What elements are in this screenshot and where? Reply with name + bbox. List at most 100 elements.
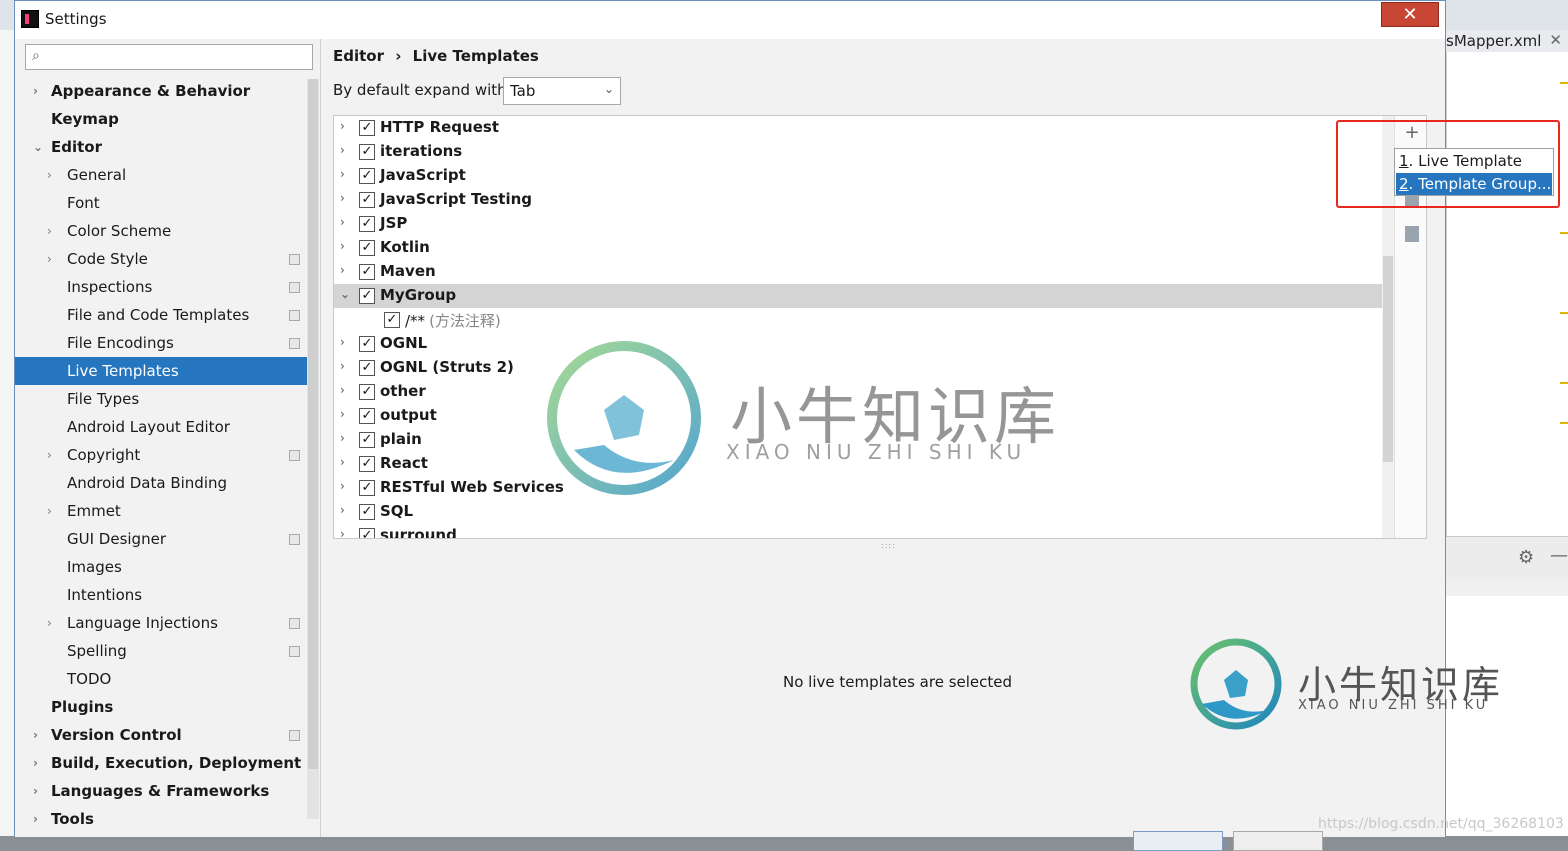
chevron-right-icon[interactable]: › [340,407,345,421]
chevron-right-icon[interactable]: › [340,431,345,445]
close-button[interactable]: ✕ [1381,2,1439,27]
chevron-right-icon[interactable]: › [340,527,345,538]
chevron-right-icon[interactable]: › [340,263,345,277]
sidebar-item-code-style[interactable]: › Code Style [15,245,319,273]
template-group-row[interactable]: › ✓ OGNL [334,332,1382,356]
sidebar-item-languages-frameworks[interactable]: › Languages & Frameworks [15,777,319,805]
chevron-right-icon[interactable]: › [340,359,345,373]
settings-search[interactable]: ⌕ [25,44,313,70]
sidebar-item-general[interactable]: › General [15,161,319,189]
chevron-right-icon[interactable]: › [340,503,345,517]
sidebar-item-copyright[interactable]: › Copyright [15,441,319,469]
sidebar-scroll-thumb[interactable] [308,79,318,769]
chevron-right-icon[interactable]: › [47,441,59,469]
chevron-right-icon[interactable]: › [33,777,45,805]
sidebar-item-keymap[interactable]: Keymap [15,105,319,133]
chevron-right-icon[interactable]: › [47,217,59,245]
enabled-checkbox[interactable]: ✓ [359,360,375,376]
cancel-button[interactable] [1233,831,1323,851]
enabled-checkbox[interactable]: ✓ [359,528,375,538]
sidebar-item-android-layout-editor[interactable]: Android Layout Editor [15,413,319,441]
template-group-row[interactable]: › ✓ JavaScript Testing [334,188,1382,212]
enabled-checkbox[interactable]: ✓ [359,192,375,208]
sidebar-item-appearance-behavior[interactable]: › Appearance & Behavior [15,77,319,105]
chevron-right-icon[interactable]: › [47,609,59,637]
enabled-checkbox[interactable]: ✓ [359,504,375,520]
chevron-right-icon[interactable]: › [340,119,345,133]
template-group-row[interactable]: › ✓ SQL [334,500,1382,524]
template-row[interactable]: ✓ /** (方法注释) [334,308,1382,332]
chevron-right-icon[interactable]: › [340,215,345,229]
sidebar-item-file-types[interactable]: File Types [15,385,319,413]
editor-tab[interactable]: sMapper.xml ✕ [1446,30,1568,52]
code-editor[interactable] [1446,52,1568,540]
enabled-checkbox[interactable]: ✓ [359,120,375,136]
chevron-right-icon[interactable]: › [340,143,345,157]
enabled-checkbox[interactable]: ✓ [359,456,375,472]
change-context-icon[interactable] [1405,226,1419,242]
enabled-checkbox[interactable]: ✓ [359,240,375,256]
template-group-row[interactable]: ⌄ ✓ MyGroup [334,284,1382,308]
template-list-scrollbar[interactable] [1382,116,1394,538]
sidebar-item-android-data-binding[interactable]: Android Data Binding [15,469,319,497]
chevron-right-icon[interactable]: › [33,721,45,749]
sidebar-item-todo[interactable]: TODO [15,665,319,693]
enabled-checkbox[interactable]: ✓ [359,408,375,424]
template-group-row[interactable]: › ✓ iterations [334,140,1382,164]
sidebar-item-font[interactable]: Font [15,189,319,217]
template-group-row[interactable]: › ✓ Kotlin [334,236,1382,260]
gear-icon[interactable]: ⚙ [1518,547,1534,568]
sidebar-item-plugins[interactable]: Plugins [15,693,319,721]
sidebar-item-inspections[interactable]: Inspections [15,273,319,301]
sidebar-item-gui-designer[interactable]: GUI Designer [15,525,319,553]
enabled-checkbox[interactable]: ✓ [359,384,375,400]
sidebar-item-images[interactable]: Images [15,553,319,581]
sidebar-item-live-templates[interactable]: Live Templates [15,357,319,385]
chevron-right-icon[interactable]: › [340,239,345,253]
chevron-right-icon[interactable]: › [340,479,345,493]
ok-button[interactable] [1133,831,1223,851]
chevron-right-icon[interactable]: › [33,749,45,777]
sidebar-item-color-scheme[interactable]: › Color Scheme [15,217,319,245]
expand-key-dropdown[interactable]: Tab ⌄ [503,77,621,105]
template-group-row[interactable]: › ✓ surround [334,524,1382,538]
sidebar-item-file-and-code-templates[interactable]: File and Code Templates [15,301,319,329]
sidebar-item-spelling[interactable]: Spelling [15,637,319,665]
sidebar-item-editor[interactable]: ⌄ Editor [15,133,319,161]
sidebar-item-version-control[interactable]: › Version Control [15,721,319,749]
enabled-checkbox[interactable]: ✓ [384,312,400,328]
add-icon[interactable]: + [1401,122,1423,144]
menu-item-live-template[interactable]: 1. Live Template [1396,150,1552,172]
chevron-right-icon[interactable]: › [47,245,59,273]
template-group-row[interactable]: › ✓ RESTful Web Services [334,476,1382,500]
chevron-right-icon[interactable]: › [47,497,59,525]
template-group-row[interactable]: › ✓ HTTP Request [334,116,1382,140]
chevron-right-icon[interactable]: › [340,335,345,349]
sidebar-item-language-injections[interactable]: › Language Injections [15,609,319,637]
enabled-checkbox[interactable]: ✓ [359,336,375,352]
enabled-checkbox[interactable]: ✓ [359,480,375,496]
enabled-checkbox[interactable]: ✓ [359,432,375,448]
enabled-checkbox[interactable]: ✓ [359,168,375,184]
enabled-checkbox[interactable]: ✓ [359,216,375,232]
enabled-checkbox[interactable]: ✓ [359,144,375,160]
template-scroll-thumb[interactable] [1383,256,1393,462]
template-group-row[interactable]: › ✓ Maven [334,260,1382,284]
template-group-row[interactable]: › ✓ JSP [334,212,1382,236]
enabled-checkbox[interactable]: ✓ [359,264,375,280]
chevron-right-icon[interactable]: › [340,191,345,205]
menu-item-template-group[interactable]: 2. Template Group... [1396,173,1552,195]
chevron-down-icon[interactable]: ⌄ [340,287,350,301]
splitter-handle[interactable]: :::: [881,541,896,550]
chevron-right-icon[interactable]: › [340,455,345,469]
sidebar-scrollbar[interactable] [307,79,319,819]
sidebar-item-file-encodings[interactable]: File Encodings [15,329,319,357]
chevron-right-icon[interactable]: › [33,77,45,105]
chevron-right-icon[interactable]: › [47,161,59,189]
chevron-right-icon[interactable]: › [33,805,45,833]
sidebar-item-tools[interactable]: › Tools [15,805,319,833]
chevron-right-icon[interactable]: › [340,167,345,181]
sidebar-item-build-execution-deployment[interactable]: › Build, Execution, Deployment [15,749,319,777]
chevron-down-icon[interactable]: ⌄ [33,133,45,161]
search-input[interactable] [52,47,308,67]
